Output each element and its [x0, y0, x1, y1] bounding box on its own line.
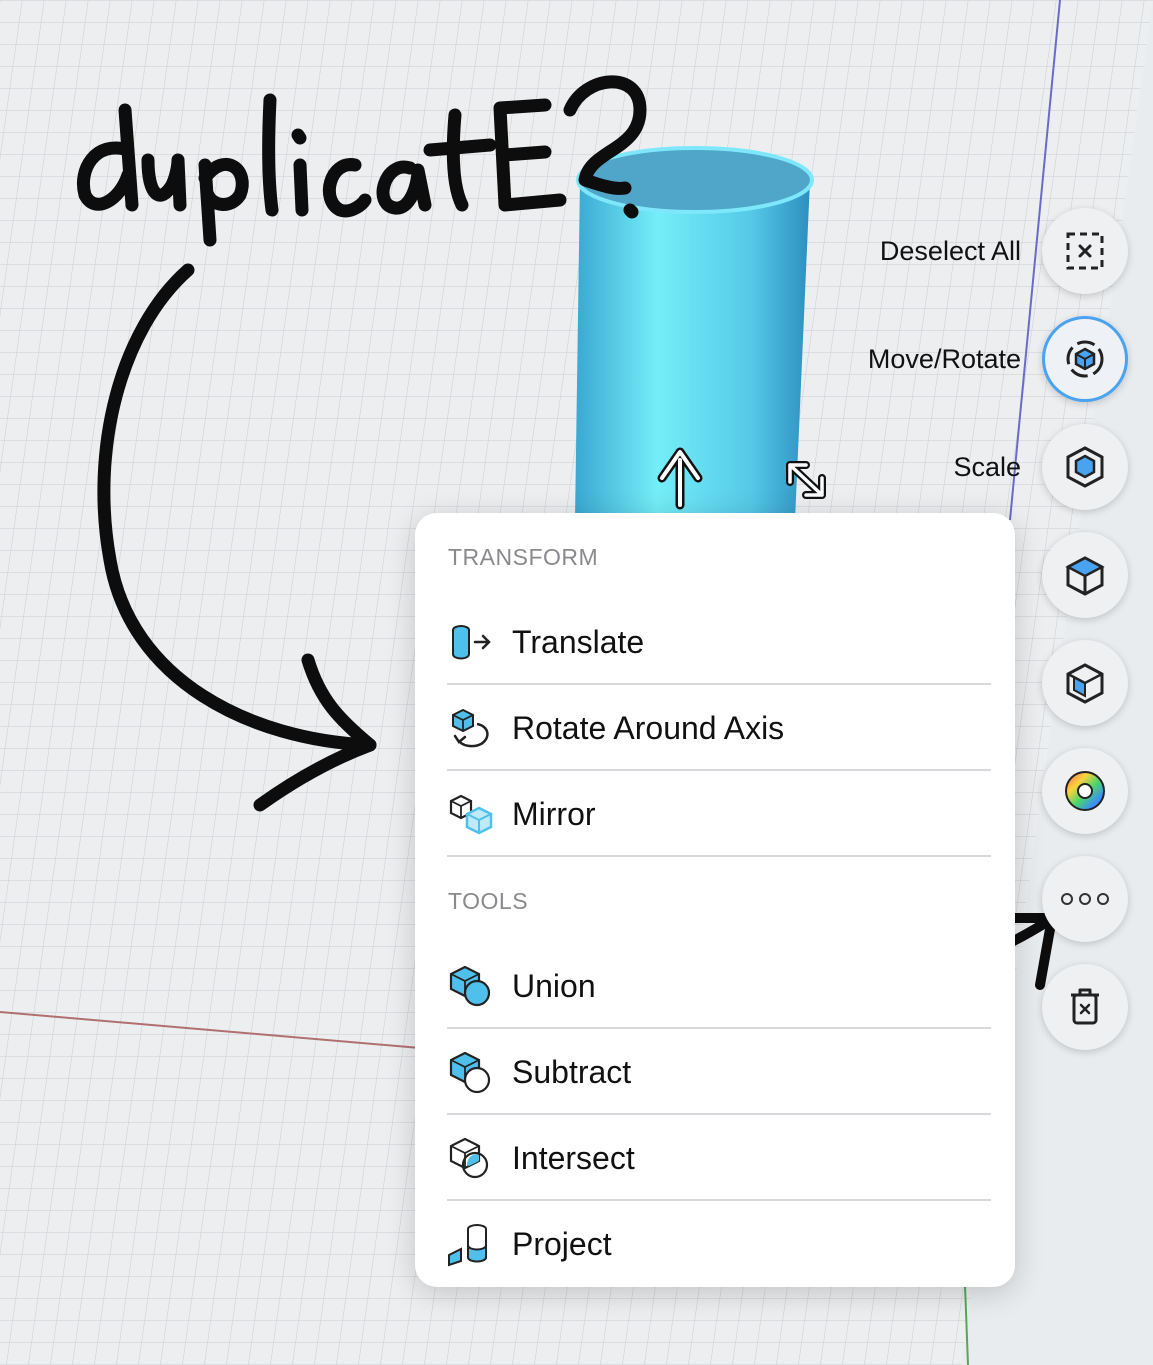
menu-item-label: Union	[512, 967, 596, 1004]
menu-item-subtract[interactable]: Subtract	[447, 1029, 991, 1115]
color-button[interactable]	[1042, 748, 1128, 834]
menu-item-rotate-around-axis[interactable]: Rotate Around Axis	[447, 685, 991, 771]
deselect-icon	[1066, 232, 1104, 270]
move-rotate-label: Move/Rotate	[867, 344, 1021, 374]
translate-icon	[447, 619, 497, 665]
color-wheel-icon	[1065, 771, 1105, 811]
shell-icon	[1066, 663, 1104, 704]
shell-button[interactable]	[1042, 640, 1128, 726]
menu-item-label: Intersect	[512, 1139, 635, 1176]
more-button[interactable]	[1042, 856, 1128, 942]
menu-item-label: Mirror	[512, 795, 596, 832]
subtract-icon	[447, 1049, 497, 1095]
scale-label: Scale	[953, 452, 1021, 482]
menu-item-label: Project	[512, 1225, 612, 1262]
deselect-all-label: Deselect All	[879, 236, 1021, 266]
scale-button[interactable]	[1042, 424, 1128, 510]
intersect-icon	[447, 1135, 497, 1181]
menu-item-intersect[interactable]: Intersect	[447, 1115, 991, 1201]
menu-item-project[interactable]: Project	[447, 1201, 991, 1287]
menu-item-label: Subtract	[512, 1053, 632, 1090]
menu-divider	[447, 855, 991, 857]
menu-item-union[interactable]: Union	[447, 943, 991, 1029]
project-icon	[447, 1221, 497, 1267]
menu-item-label: Translate	[512, 623, 645, 660]
more-icon	[1061, 893, 1109, 905]
menu-item-translate[interactable]: Translate	[447, 599, 991, 685]
transform-section-header: TRANSFORM	[448, 544, 599, 570]
deselect-all-button[interactable]	[1042, 208, 1128, 294]
move-rotate-icon	[1066, 340, 1104, 378]
more-actions-menu: TRANSFORM Translate Rotate Around Axis M…	[415, 513, 1015, 1287]
extrude-button[interactable]	[1042, 532, 1128, 618]
delete-button[interactable]	[1042, 964, 1128, 1050]
menu-item-mirror[interactable]: Mirror	[447, 771, 991, 857]
menu-item-label: Rotate Around Axis	[512, 709, 785, 746]
trash-icon	[1071, 988, 1099, 1025]
mirror-icon	[447, 791, 497, 837]
extrude-icon	[1065, 556, 1105, 596]
move-rotate-button[interactable]	[1042, 316, 1128, 402]
tools-section-header: TOOLS	[448, 888, 529, 914]
rotate-axis-icon	[447, 705, 497, 751]
union-icon	[447, 963, 497, 1009]
scale-icon	[1066, 446, 1104, 488]
